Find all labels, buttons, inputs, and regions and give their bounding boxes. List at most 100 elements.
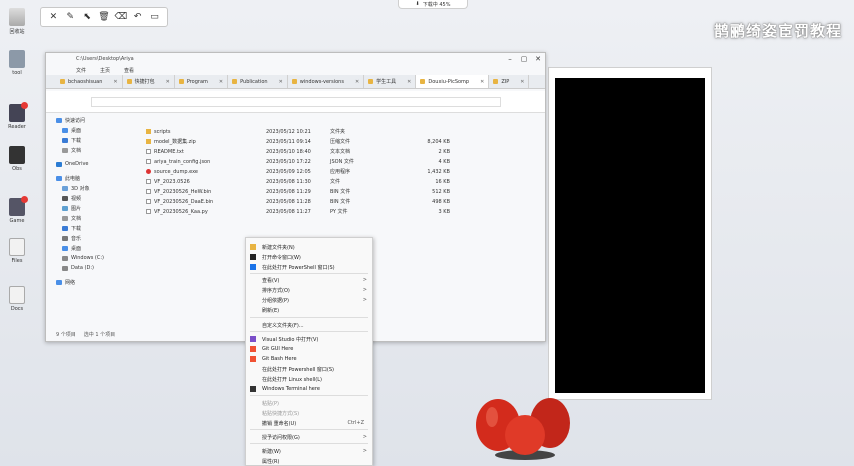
desktop-icon-recycle-bin[interactable]: 回收站 bbox=[0, 8, 34, 40]
menu-file[interactable]: 文件 bbox=[76, 67, 86, 74]
download-pill[interactable]: ⬇ 下载中 45% bbox=[398, 0, 468, 9]
close-icon[interactable]: ✕ bbox=[531, 53, 545, 64]
menu-item-new-folder[interactable]: 新建文件夹(N) bbox=[246, 242, 372, 252]
menu-item-sort[interactable]: 排序方式(O) > bbox=[246, 285, 372, 295]
nav-videos[interactable]: 视频 bbox=[62, 195, 81, 202]
tab-publication[interactable]: Publication ✕ bbox=[228, 75, 288, 88]
menu-item-powershell-here[interactable]: 在此处打开 Powershell 窗口(S) bbox=[246, 364, 372, 374]
menu-item-customize[interactable]: 自定义文件夹(F)... bbox=[246, 320, 372, 330]
git-icon bbox=[250, 356, 256, 362]
undo-icon[interactable]: ↶ bbox=[132, 11, 144, 23]
download-icon bbox=[62, 138, 68, 143]
minimize-icon[interactable]: – bbox=[503, 53, 517, 64]
trash-icon[interactable]: 🗑 bbox=[98, 11, 110, 23]
pen-icon[interactable]: ✎ bbox=[64, 11, 76, 23]
file-row[interactable]: model_数据集.zip 2023/05/11 09:14 压缩文件 8,204 K… bbox=[146, 137, 485, 146]
menu-item-git-gui[interactable]: Git GUI Here bbox=[246, 344, 372, 354]
tab-bchaoshisuan[interactable]: bchaoshisuan ✕ bbox=[56, 75, 123, 88]
nav-drive-c[interactable]: Windows (C:) bbox=[62, 255, 104, 261]
nav-pictures[interactable]: 图片 bbox=[62, 205, 81, 212]
menu-item-open-powershell[interactable]: 在此处打开 PowerShell 窗口(S) bbox=[246, 262, 372, 272]
cube-icon bbox=[62, 186, 68, 191]
close-icon[interactable]: ✕ bbox=[219, 79, 223, 85]
menu-home[interactable]: 主页 bbox=[100, 67, 110, 74]
json-file-icon bbox=[146, 159, 151, 164]
menu-item-paste-shortcut[interactable]: 粘贴快捷方式(S) bbox=[246, 408, 372, 418]
explorer-titlebar[interactable]: C:\Users\Desktop\Ariya bbox=[46, 53, 545, 65]
nav-this-pc[interactable]: 此电脑 bbox=[56, 175, 80, 182]
close-icon[interactable]: ✕ bbox=[166, 79, 170, 85]
close-icon[interactable]: ✕ bbox=[113, 79, 117, 85]
file-row[interactable]: README.txt 2023/05/10 18:40 文本文档 2 KB bbox=[146, 147, 485, 156]
tab-program[interactable]: Program ✕ bbox=[175, 75, 229, 88]
menu-item-new[interactable]: 新建(W) > bbox=[246, 446, 372, 456]
desktop-icon-docs[interactable]: Docs bbox=[0, 286, 34, 318]
menu-item-paste[interactable]: 粘贴(P) bbox=[246, 398, 372, 408]
file-row[interactable]: VF_20230526_HeW.bin 2023/05/08 11:29 BIN 文… bbox=[146, 187, 485, 196]
file-row[interactable]: ariya_train_config.json 2023/05/10 17:22 J… bbox=[146, 157, 485, 166]
nav-onedrive[interactable]: OneDrive bbox=[56, 161, 89, 167]
picture-icon bbox=[62, 206, 68, 211]
video-window-titlebar[interactable] bbox=[549, 68, 711, 78]
desktop-icon-tool[interactable]: tool bbox=[0, 50, 34, 82]
nav-desktop[interactable]: 桌面 bbox=[62, 127, 81, 134]
file-icon bbox=[146, 199, 151, 204]
close-icon[interactable]: ✕ bbox=[279, 79, 283, 85]
file-row[interactable]: VF_2023.0526 2023/05/08 11:30 文件 16 KB bbox=[146, 177, 485, 186]
maximize-icon[interactable]: ▢ bbox=[517, 53, 531, 64]
menu-item-git-bash[interactable]: Git Bash Here bbox=[246, 354, 372, 364]
nav-downloads[interactable]: 下载 bbox=[62, 137, 81, 144]
nav-3d-objects[interactable]: 3D 对象 bbox=[62, 185, 90, 192]
desktop-icon-files[interactable]: Files bbox=[0, 238, 34, 270]
nav-quick-access[interactable]: 快速访问 bbox=[56, 117, 85, 124]
tab-quick-pack[interactable]: 快捷打包 ✕ bbox=[123, 75, 175, 88]
tab-douxiu[interactable]: Douxiu-PicSomp ✕ bbox=[416, 75, 490, 88]
pointer-icon[interactable]: ⬉ bbox=[81, 11, 93, 23]
nav-downloads-pc[interactable]: 下载 bbox=[62, 225, 81, 232]
drive-icon bbox=[62, 265, 68, 271]
menu-view[interactable]: 查看 bbox=[124, 67, 134, 74]
close-icon[interactable]: ✕ bbox=[47, 11, 59, 23]
menu-item-grant-access[interactable]: 授予访问权限(G) > bbox=[246, 432, 372, 442]
screen-icon[interactable]: ▭ bbox=[148, 11, 160, 23]
menu-item-view[interactable]: 查看(V) > bbox=[246, 275, 372, 285]
nav-documents-pc[interactable]: 文档 bbox=[62, 215, 81, 222]
chevron-right-icon: > bbox=[362, 434, 367, 440]
folder-icon bbox=[493, 79, 499, 84]
reader-icon bbox=[9, 102, 28, 122]
video-window[interactable] bbox=[548, 67, 712, 400]
nav-network[interactable]: 网络 bbox=[56, 279, 75, 286]
eraser-icon[interactable]: ⌫ bbox=[114, 11, 127, 23]
nav-drive-d[interactable]: Data (D:) bbox=[62, 265, 94, 271]
desktop-icon-game[interactable]: Game bbox=[0, 196, 34, 230]
desktop-icon-reader[interactable]: Reader bbox=[0, 102, 34, 136]
menu-item-refresh[interactable]: 刷新(E) bbox=[246, 305, 372, 315]
desktop-icon-obs[interactable]: Obs bbox=[0, 146, 34, 178]
menu-item-windows-terminal[interactable]: Windows Terminal here bbox=[246, 384, 372, 394]
desktop-icon bbox=[62, 128, 68, 133]
tab-student-tools[interactable]: 学生工具 ✕ bbox=[364, 75, 417, 88]
file-row[interactable]: VF_20230526_Kaa.py 2023/05/08 11:27 PY 文件 3… bbox=[146, 207, 485, 216]
nav-desktop-pc[interactable]: 桌面 bbox=[62, 245, 81, 252]
file-row[interactable]: source_dump.exe 2023/05/09 12:05 应用程序 1,432… bbox=[146, 167, 485, 176]
address-bar[interactable] bbox=[91, 97, 501, 107]
nav-music[interactable]: 音乐 bbox=[62, 235, 81, 242]
navigation-pane: 快速访问 桌面 下载 文档 OneDrive 此电脑 3D 对象 视频 图片 文… bbox=[46, 115, 128, 313]
menu-item-open-cmd[interactable]: 打开命令窗口(W) bbox=[246, 252, 372, 262]
tab-zip[interactable]: ZIP ✕ bbox=[489, 75, 530, 88]
menu-item-properties[interactable]: 属性(R) bbox=[246, 456, 372, 466]
file-row[interactable]: scripts 2023/05/12 10:21 文件夹 bbox=[146, 127, 485, 136]
close-icon[interactable]: ✕ bbox=[407, 79, 411, 85]
menu-item-undo-rename[interactable]: 撤销 重命名(U) Ctrl+Z bbox=[246, 418, 372, 428]
menu-item-linux-shell[interactable]: 在此处打开 Linux shell(L) bbox=[246, 374, 372, 384]
explorer-title: C:\Users\Desktop\Ariya bbox=[76, 56, 134, 62]
menu-item-group[interactable]: 分组依据(P) > bbox=[246, 295, 372, 305]
close-icon[interactable]: ✕ bbox=[355, 79, 359, 85]
close-icon[interactable]: ✕ bbox=[520, 79, 524, 85]
menu-item-visual-studio[interactable]: Visual Studio 中打开(V) bbox=[246, 334, 372, 344]
close-icon[interactable]: ✕ bbox=[480, 79, 484, 85]
file-row[interactable]: VF_20230526_DaaE.bin 2023/05/08 11:28 BIN … bbox=[146, 197, 485, 206]
tab-windows-versions[interactable]: windows-versions ✕ bbox=[288, 75, 365, 88]
nav-documents[interactable]: 文档 bbox=[62, 147, 81, 154]
chevron-right-icon: > bbox=[362, 287, 367, 293]
